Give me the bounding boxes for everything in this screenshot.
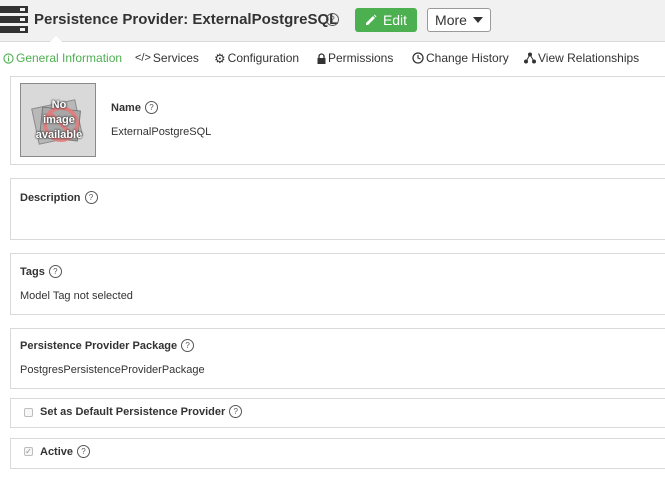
help-icon[interactable]: ? — [144, 101, 158, 114]
tab-label: View Relationships — [538, 51, 640, 65]
name-value: ExternalPostgreSQL — [111, 126, 212, 138]
tab-label: Services — [152, 51, 199, 65]
default-provider-section: Set as Default Persistence Provider ? — [10, 398, 665, 428]
help-icon[interactable]: ? — [181, 339, 195, 352]
gear-icon: ⚙ — [214, 50, 226, 66]
page-header: Persistence Provider: ExternalPostgreSQL… — [0, 0, 665, 42]
info-circle-icon — [3, 52, 14, 64]
tags-label: Tags — [20, 265, 45, 278]
tab-label: General Information — [16, 51, 123, 65]
more-button-label: More — [435, 12, 467, 28]
tab-configuration[interactable]: ⚙ Configuration — [214, 51, 299, 65]
package-section: Persistence Provider Package ? PostgresP… — [10, 328, 665, 389]
help-icon[interactable]: ? — [84, 191, 98, 204]
help-icon[interactable]: ? — [229, 405, 243, 418]
active-section: ✓ Active ? — [10, 438, 665, 469]
name-section: No image available Name ? ExternalPostgr… — [10, 76, 665, 165]
page-title: Persistence Provider: ExternalPostgreSQL — [34, 11, 339, 28]
network-icon — [524, 52, 536, 64]
server-stack-icon — [0, 6, 28, 33]
name-label-row: Name ? — [111, 101, 158, 114]
no-image-placeholder: No image available — [20, 83, 96, 157]
tab-view-relationships[interactable]: View Relationships — [524, 51, 639, 65]
more-button[interactable]: More — [427, 8, 491, 32]
help-icon[interactable]: ? — [77, 445, 91, 458]
tab-label: Configuration — [227, 51, 300, 65]
package-label-row: Persistence Provider Package ? — [20, 339, 195, 352]
edit-button[interactable]: Edit — [355, 8, 417, 32]
tab-general-information[interactable]: General Information — [3, 51, 122, 65]
tab-bar: General Information </> Services ⚙ Confi… — [0, 42, 665, 74]
tab-services[interactable]: </> Services — [135, 51, 199, 65]
caret-down-icon — [472, 17, 483, 23]
tab-permissions[interactable]: Permissions — [317, 51, 393, 65]
tags-label-row: Tags ? — [20, 265, 62, 278]
lock-icon — [317, 52, 326, 64]
default-provider-checkbox[interactable] — [24, 408, 33, 417]
code-icon: </> — [135, 52, 151, 64]
active-label-row: Active ? — [40, 445, 91, 458]
active-checkbox[interactable]: ✓ — [24, 447, 33, 456]
active-label: Active — [40, 445, 74, 458]
description-section: Description ? — [10, 178, 665, 240]
help-icon[interactable]: ? — [48, 265, 62, 278]
no-image-text: No image available — [35, 99, 83, 141]
tags-section: Tags ? Model Tag not selected — [10, 253, 665, 315]
edit-button-label: Edit — [382, 12, 408, 28]
tab-change-history[interactable]: Change History — [412, 51, 509, 65]
default-provider-label: Set as Default Persistence Provider — [40, 405, 226, 418]
package-label: Persistence Provider Package — [20, 339, 178, 352]
tab-label: Change History — [426, 51, 509, 65]
clock-icon — [412, 52, 424, 64]
name-label: Name — [111, 101, 141, 114]
default-provider-label-row: Set as Default Persistence Provider ? — [40, 405, 243, 418]
tab-label: Permissions — [328, 51, 394, 65]
package-value: PostgresPersistenceProviderPackage — [20, 364, 205, 376]
help-icon[interactable]: ? — [326, 13, 339, 26]
description-label-row: Description ? — [20, 191, 98, 204]
tags-value: Model Tag not selected — [20, 290, 133, 302]
description-label: Description — [20, 191, 81, 204]
pencil-icon — [365, 14, 377, 25]
